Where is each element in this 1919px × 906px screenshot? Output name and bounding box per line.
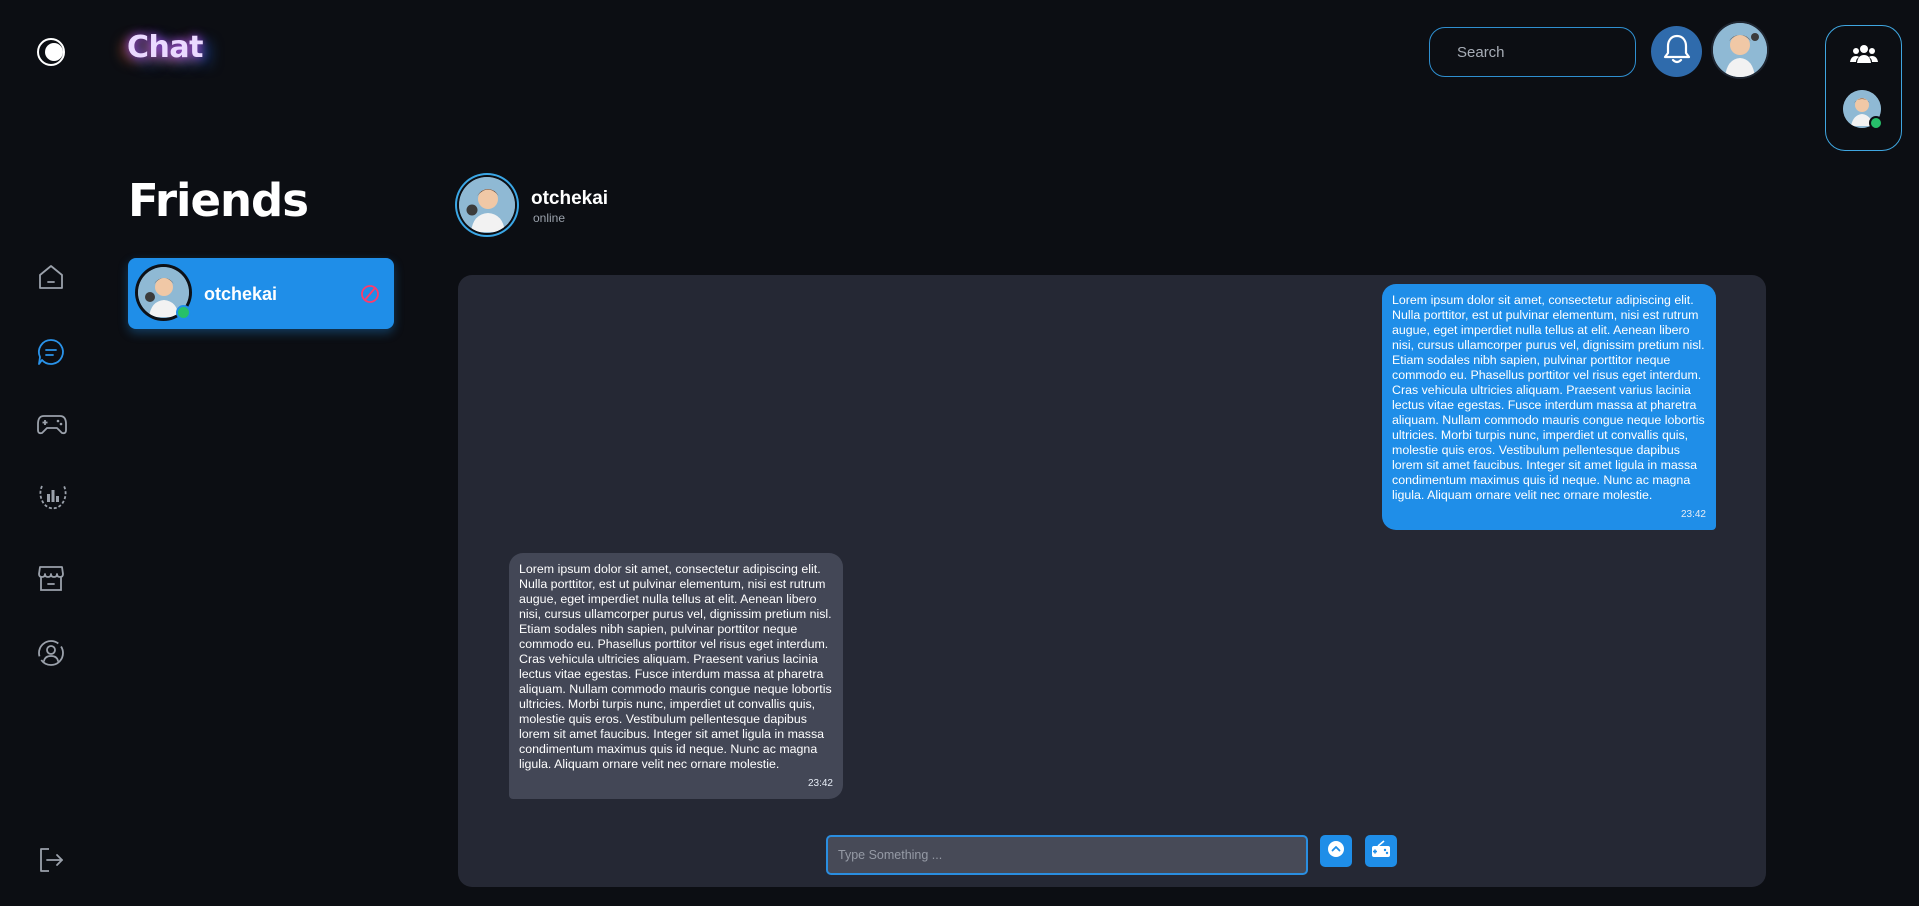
friend-avatar xyxy=(138,267,191,320)
profile-icon xyxy=(36,640,66,672)
nav-store[interactable] xyxy=(36,563,66,593)
received-message: Lorem ipsum dolor sit amet, consectetur … xyxy=(509,553,843,799)
nav-leaderboard[interactable] xyxy=(36,481,67,511)
friend-online-dot xyxy=(176,305,191,320)
game-invite-button[interactable] xyxy=(1365,835,1397,867)
search-input[interactable] xyxy=(1429,27,1636,77)
store-icon xyxy=(36,566,66,597)
online-friends-panel xyxy=(1825,25,1902,151)
nav-home[interactable] xyxy=(36,262,66,292)
friends-heading: Friends xyxy=(128,174,309,227)
message-time: 23:42 xyxy=(1680,509,1706,520)
send-button[interactable] xyxy=(1320,835,1352,867)
app-logo-icon[interactable] xyxy=(35,36,67,68)
nav-chat[interactable] xyxy=(36,337,66,367)
user-avatar[interactable] xyxy=(1713,23,1767,77)
chat-contact-avatar[interactable] xyxy=(459,177,515,233)
game-console-icon xyxy=(1370,839,1392,864)
users-icon[interactable] xyxy=(1850,43,1878,70)
chat-contact-status: online xyxy=(533,211,566,225)
notifications-button[interactable] xyxy=(1651,26,1702,77)
logout-button[interactable] xyxy=(36,845,66,875)
friend-name: otchekai xyxy=(204,284,278,304)
gamepad-icon xyxy=(36,415,68,443)
message-text: Lorem ipsum dolor sit amet, consectetur … xyxy=(1392,293,1705,502)
home-icon xyxy=(36,265,66,296)
logout-icon xyxy=(36,848,66,879)
message-time: 23:42 xyxy=(807,778,833,789)
chat-contact-name: otchekai xyxy=(531,188,609,209)
message-input[interactable] xyxy=(826,835,1308,875)
leaderboard-icon xyxy=(36,485,70,515)
friend-list-item[interactable]: otchekai xyxy=(128,258,394,329)
sent-message: Lorem ipsum dolor sit amet, consectetur … xyxy=(1382,284,1716,530)
message-text: Lorem ipsum dolor sit amet, consectetur … xyxy=(519,562,832,771)
app-title: Chat xyxy=(127,30,203,65)
send-icon xyxy=(1327,840,1345,863)
chat-icon xyxy=(36,339,66,371)
online-friend-avatar[interactable] xyxy=(1843,90,1883,130)
nav-profile[interactable] xyxy=(36,638,66,668)
chat-messages-panel: Lorem ipsum dolor sit amet, consectetur … xyxy=(458,275,1766,887)
nav-games[interactable] xyxy=(36,409,67,439)
block-icon[interactable] xyxy=(360,284,380,309)
bell-icon xyxy=(1662,33,1692,70)
online-status-dot xyxy=(1869,116,1883,130)
